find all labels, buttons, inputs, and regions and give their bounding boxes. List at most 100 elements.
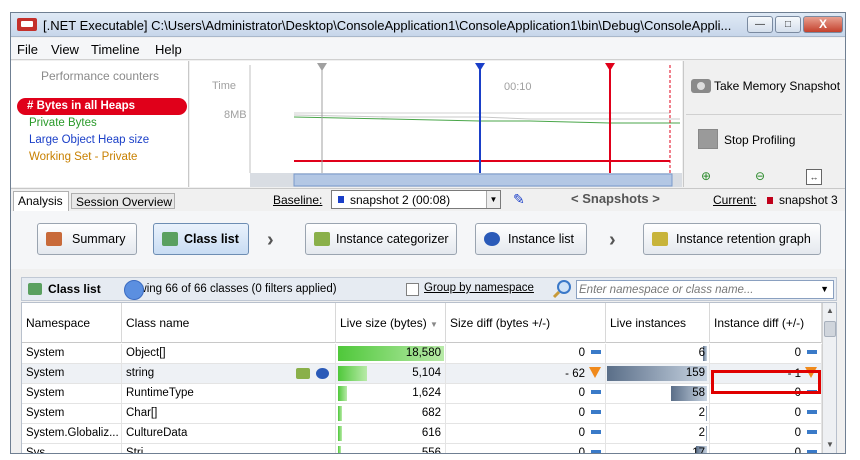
cell-instance-diff-text: - 1 [787,368,801,380]
zoom-out-icon[interactable]: ⊖ [752,169,768,185]
class-list-label: Class list [184,232,239,246]
cell-live-instances-text: 17 [692,447,705,454]
column-instance-diff[interactable]: Instance diff (+/-) [710,303,822,343]
cell-namespace: System [22,384,122,404]
stop-profiling-button[interactable]: Stop Profiling [686,119,842,163]
scroll-thumb[interactable] [824,321,836,337]
cell-size-diff-text: 0 [578,427,585,439]
cell-namespace-text: Sys... [26,447,55,454]
cell-live-size: 1,624 [336,384,446,404]
summary-button[interactable]: Summary [37,223,137,255]
class-list-button[interactable]: Class list [153,223,249,255]
categorizer-icon[interactable] [296,368,310,379]
column-namespace[interactable]: Namespace [22,303,122,343]
camera-icon [691,79,711,93]
table-row[interactable]: System.Globaliz... CultureData 616 0 2 0 [22,424,822,444]
maximize-button[interactable]: □ [775,16,801,33]
live-size-header-label: Live size (bytes) [340,316,427,330]
cell-class-name-text: RuntimeType [126,387,194,399]
instance-list-icon[interactable] [316,368,329,379]
instance-list-button[interactable]: Instance list [475,223,587,255]
cell-live-size: 18,580 [336,344,446,364]
baseline-label: Baseline: [273,193,323,207]
current-snapshot-icon [767,197,773,204]
cell-live-size-text: 18,580 [405,347,441,359]
profiler-window: [.NET Executable] C:\Users\Administrator… [10,12,846,454]
live-size-bar [338,446,341,453]
cell-class-name: CultureData [122,424,336,444]
performance-counters-panel: Performance counters # Bytes in all Heap… [11,61,189,187]
current-value[interactable]: snapshot 3 [779,193,838,207]
column-class-name[interactable]: Class name [122,303,336,343]
table-row[interactable]: Sys... Stri... 556 0 17 0 [22,444,822,454]
take-snapshot-label: Take Memory Snapshot [714,79,841,93]
baseline-dropdown[interactable]: snapshot 2 (00:08) ▼ [331,190,501,209]
counter-working-set[interactable]: Working Set - Private [29,151,137,163]
chevron-down-icon[interactable]: ▼ [486,191,500,208]
chevron-right-icon: › [267,229,274,251]
timeline-selection-range[interactable] [293,173,673,187]
cell-class-name: Char[] [122,404,336,424]
live-size-bar [338,406,342,421]
cell-live-size-text: 556 [421,447,441,454]
menu-view[interactable]: View [51,42,79,57]
instance-categorizer-button[interactable]: Instance categorizer [305,223,457,255]
cell-instance-diff-text: 0 [794,387,801,399]
minimize-button[interactable]: — [747,16,773,33]
scroll-up-icon[interactable]: ▲ [824,304,836,318]
class-list-icon [162,232,178,246]
timeline-graph[interactable]: Time 8MB 00:10 [190,61,682,187]
no-change-icon [591,430,601,434]
scroll-down-icon[interactable]: ▼ [824,438,836,452]
take-memory-snapshot-button[interactable]: Take Memory Snapshot [686,67,842,115]
stop-profiling-label: Stop Profiling [724,133,796,147]
namespace-search-box[interactable]: ▼ [576,280,834,299]
tab-session-overview[interactable]: Session Overview [71,193,175,209]
table-row[interactable]: System string 5,104 - 62 159 - 1 [22,364,822,384]
class-list-filter-bar: Class list owing 66 of 66 classes (0 fil… [21,277,837,301]
cell-live-instances-text: 2 [698,427,705,439]
filter-status-text: owing 66 of 66 classes (0 filters applie… [132,283,337,295]
table-row[interactable]: System RuntimeType 1,624 0 58 0 [22,384,822,404]
group-by-namespace-label[interactable]: Group by namespace [424,282,534,294]
menu-bar: File View Timeline Help [11,38,845,60]
menu-help[interactable]: Help [155,42,182,57]
counter-bytes-in-all-heaps[interactable]: # Bytes in all Heaps [17,98,187,115]
zoom-fit-icon[interactable]: ↔ [806,169,822,185]
tab-analysis[interactable]: Analysis [13,191,69,211]
cell-size-diff: 0 [446,444,606,453]
counter-private-bytes[interactable]: Private Bytes [29,117,97,129]
cell-instance-diff: 0 [710,384,822,404]
instance-retention-graph-button[interactable]: Instance retention graph [643,223,821,255]
close-button[interactable]: X [803,16,843,33]
chevron-down-icon[interactable]: ▼ [820,284,829,294]
live-size-bar [338,366,367,381]
table-row[interactable]: System Char[] 682 0 2 0 [22,404,822,424]
cell-size-diff-text: 0 [578,387,585,399]
menu-timeline[interactable]: Timeline [91,42,140,57]
counters-heading: Performance counters [40,69,160,83]
cell-namespace-text: System [26,347,65,359]
snapshots-navigator[interactable]: < Snapshots > [571,191,660,206]
table-scrollbar[interactable]: ▲ ▼ [822,303,836,453]
column-live-size[interactable]: Live size (bytes) ▼ [336,303,446,343]
column-live-instances[interactable]: Live instances [606,303,710,343]
cell-namespace: System [22,404,122,424]
cell-live-size-text: 616 [421,427,441,439]
summary-chart-icon [46,232,62,246]
cell-size-diff-text: 0 [578,407,585,419]
app-logo-icon [17,18,37,31]
cell-class-name-text: Stri... [126,447,153,454]
column-size-diff[interactable]: Size diff (bytes +/-) [446,303,606,343]
group-by-namespace-checkbox[interactable] [406,283,419,296]
pencil-icon[interactable]: ✎ [513,191,529,207]
zoom-in-icon[interactable]: ⊕ [698,169,714,185]
counter-large-object-heap[interactable]: Large Object Heap size [29,134,149,146]
live-instances-bar [706,426,707,441]
baseline-value: snapshot 2 (00:08) [350,193,451,207]
cell-live-instances: 2 [606,404,710,424]
table-row[interactable]: System Object[] 18,580 0 6 0 [22,344,822,364]
search-input[interactable] [579,282,815,297]
cell-live-size: 5,104 [336,364,446,384]
menu-file[interactable]: File [17,42,38,57]
